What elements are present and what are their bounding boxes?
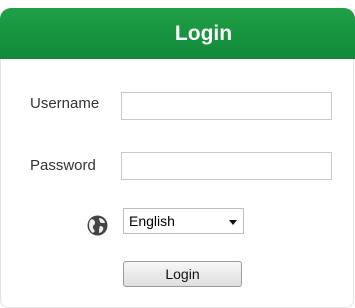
username-label: Username [30,95,100,112]
password-input[interactable] [121,152,332,180]
username-input[interactable] [121,92,332,120]
globe-icon [87,215,108,236]
language-select[interactable]: English [123,208,244,234]
login-button[interactable]: Login [123,261,242,287]
password-label: Password [30,157,96,174]
login-header: Login [0,8,355,59]
header-title: Login [174,21,233,45]
chevron-down-icon [229,220,237,225]
language-selected-value: English [129,213,175,229]
